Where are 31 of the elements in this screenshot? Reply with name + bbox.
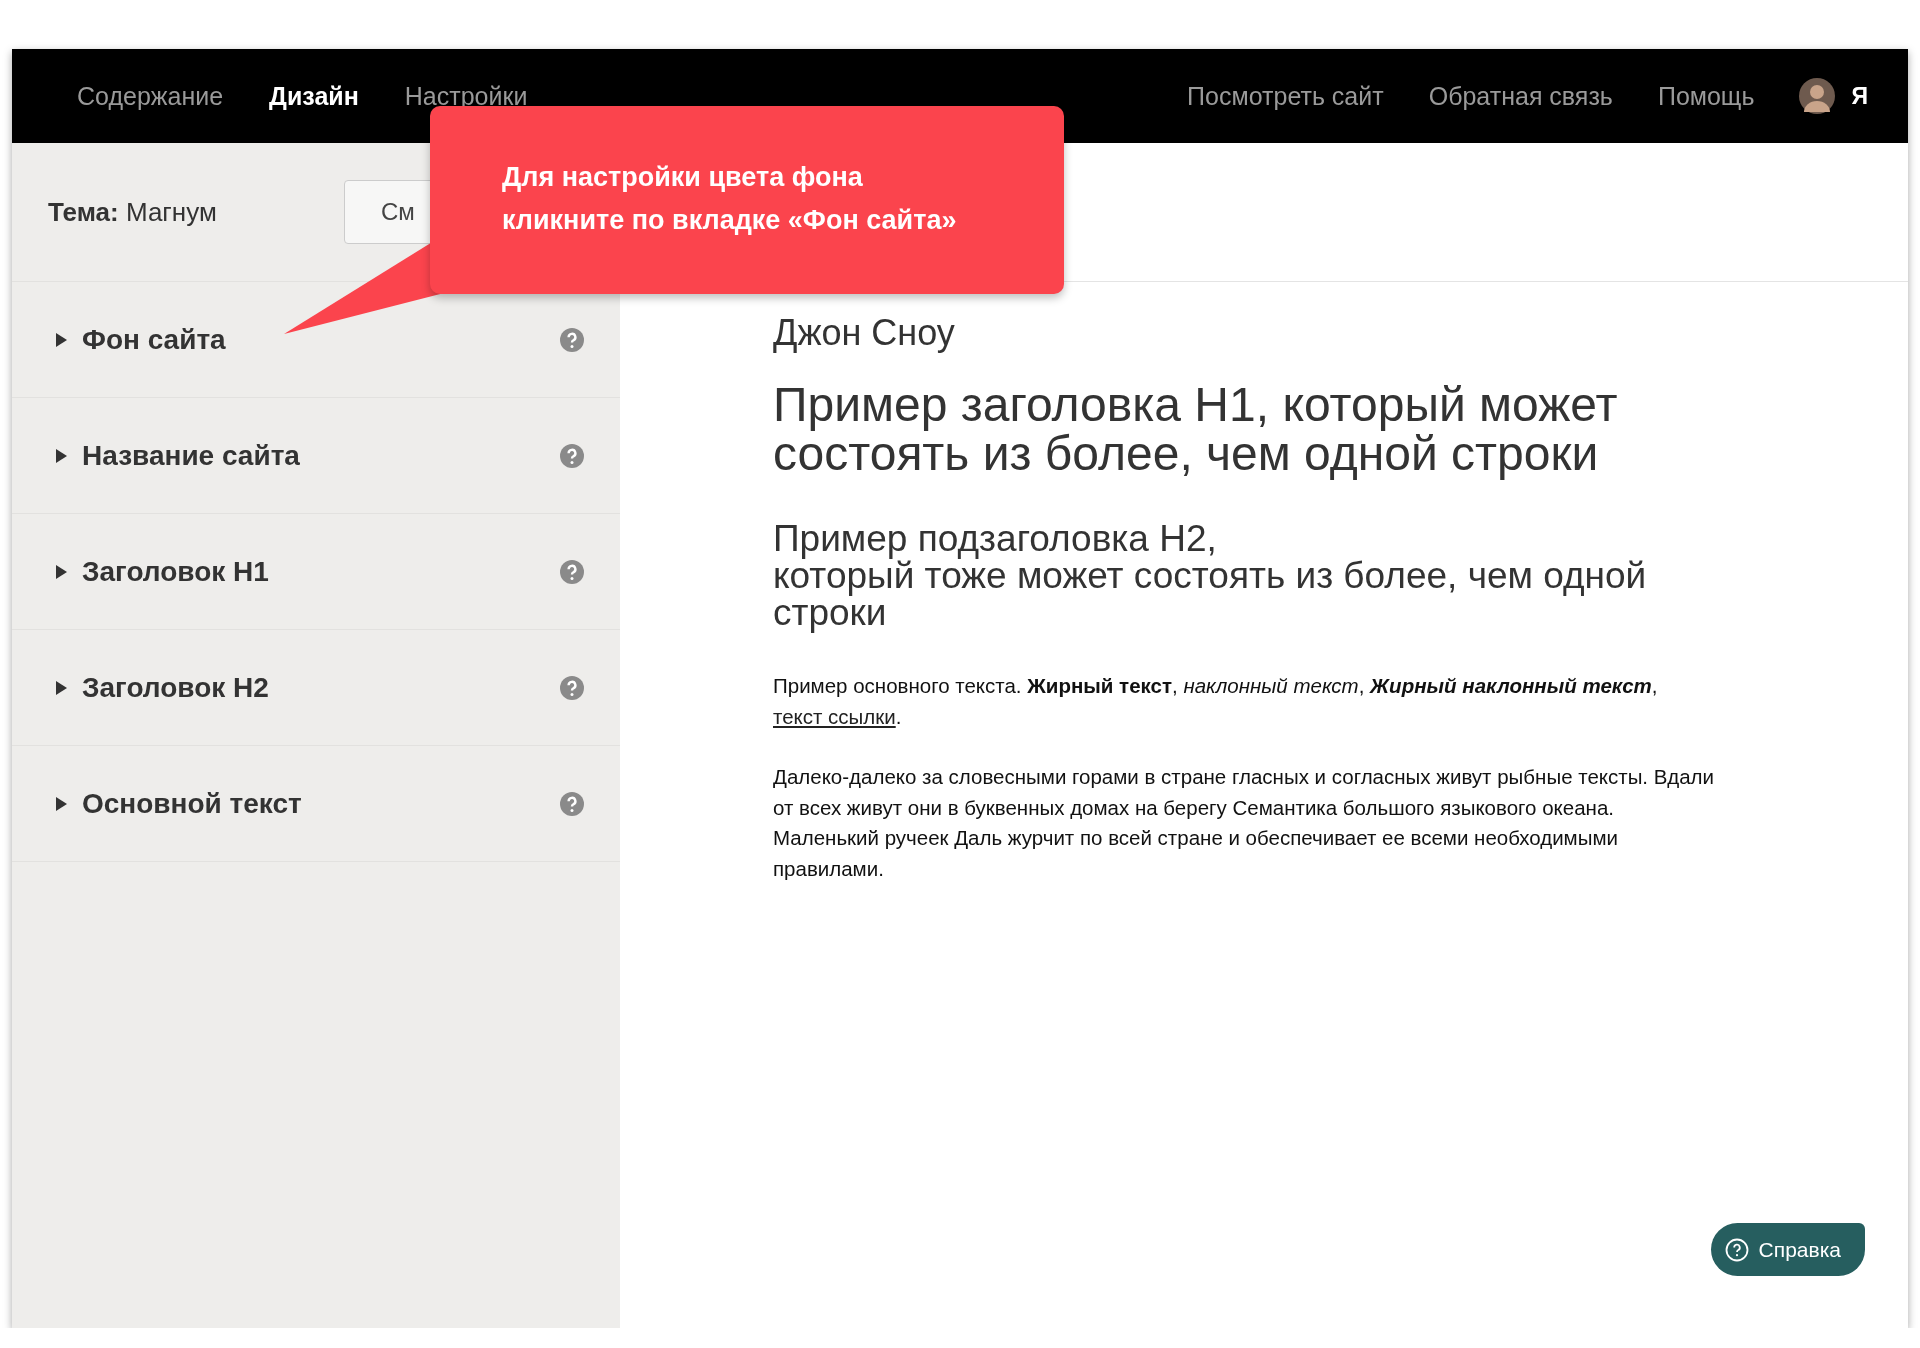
help-icon[interactable] [560, 327, 584, 352]
help-icon[interactable] [560, 443, 584, 468]
nav-tab[interactable]: Содержание [77, 81, 224, 111]
help-icon[interactable] [560, 791, 584, 816]
theme-label: Тема: Магнум [48, 196, 217, 228]
section-title: Основной текст [82, 787, 302, 820]
help-button[interactable]: Справка [1710, 1223, 1865, 1276]
nav-link[interactable]: Посмотреть сайт [1187, 81, 1384, 111]
accordion-section[interactable]: Название сайта [12, 398, 620, 514]
help-icon[interactable] [560, 559, 584, 584]
body-text: Пример основного текста. Жирный текст, наклонный текст, Жирный наклонный текст, текст ссылки. [773, 673, 1659, 730]
body-text: Далеко-далеко за словесными горами в стране гласных и согласных живут рыбные тексты. Вдали от всех живут они в буквенных домах на берегу Семантика большого языкового океана. Маленький ручеек Даль журчит по всей стране и обеспечивает ее всеми необходимыми правилами. [773, 764, 1715, 882]
avatar[interactable] [1799, 78, 1836, 114]
help-icon [1724, 1237, 1749, 1262]
callout-text: Для настройки цвета фона кликните по вкладке «Фон сайта» [502, 161, 958, 237]
section-title: Фон сайта [82, 323, 226, 356]
help-icon[interactable] [560, 675, 584, 700]
accordion-section[interactable]: Заголовок H2 [12, 630, 620, 746]
nav-link[interactable]: Обратная связь [1428, 81, 1613, 111]
nav-tab[interactable]: Дизайн [269, 81, 359, 111]
section-title: Название сайта [82, 439, 300, 472]
section-title: Заголовок H2 [82, 671, 269, 704]
accordion-section[interactable]: Основной текст [12, 746, 620, 862]
accordion-section[interactable]: Заголовок H1 [12, 514, 620, 630]
user-name[interactable]: Я [1851, 82, 1868, 110]
text-link[interactable]: текст ссылки [773, 704, 896, 728]
site-title: Джон Сноу [773, 312, 956, 354]
section-title: Заголовок H1 [82, 555, 269, 588]
heading-sample: Пример заголовка H1, который может состоять из более, чем одной строки [773, 380, 1619, 478]
nav-link[interactable]: Помощь [1657, 81, 1755, 111]
subheading-sample: Пример подзаголовка H2, который тоже может состоять из более, чем одной строки [773, 520, 1648, 631]
